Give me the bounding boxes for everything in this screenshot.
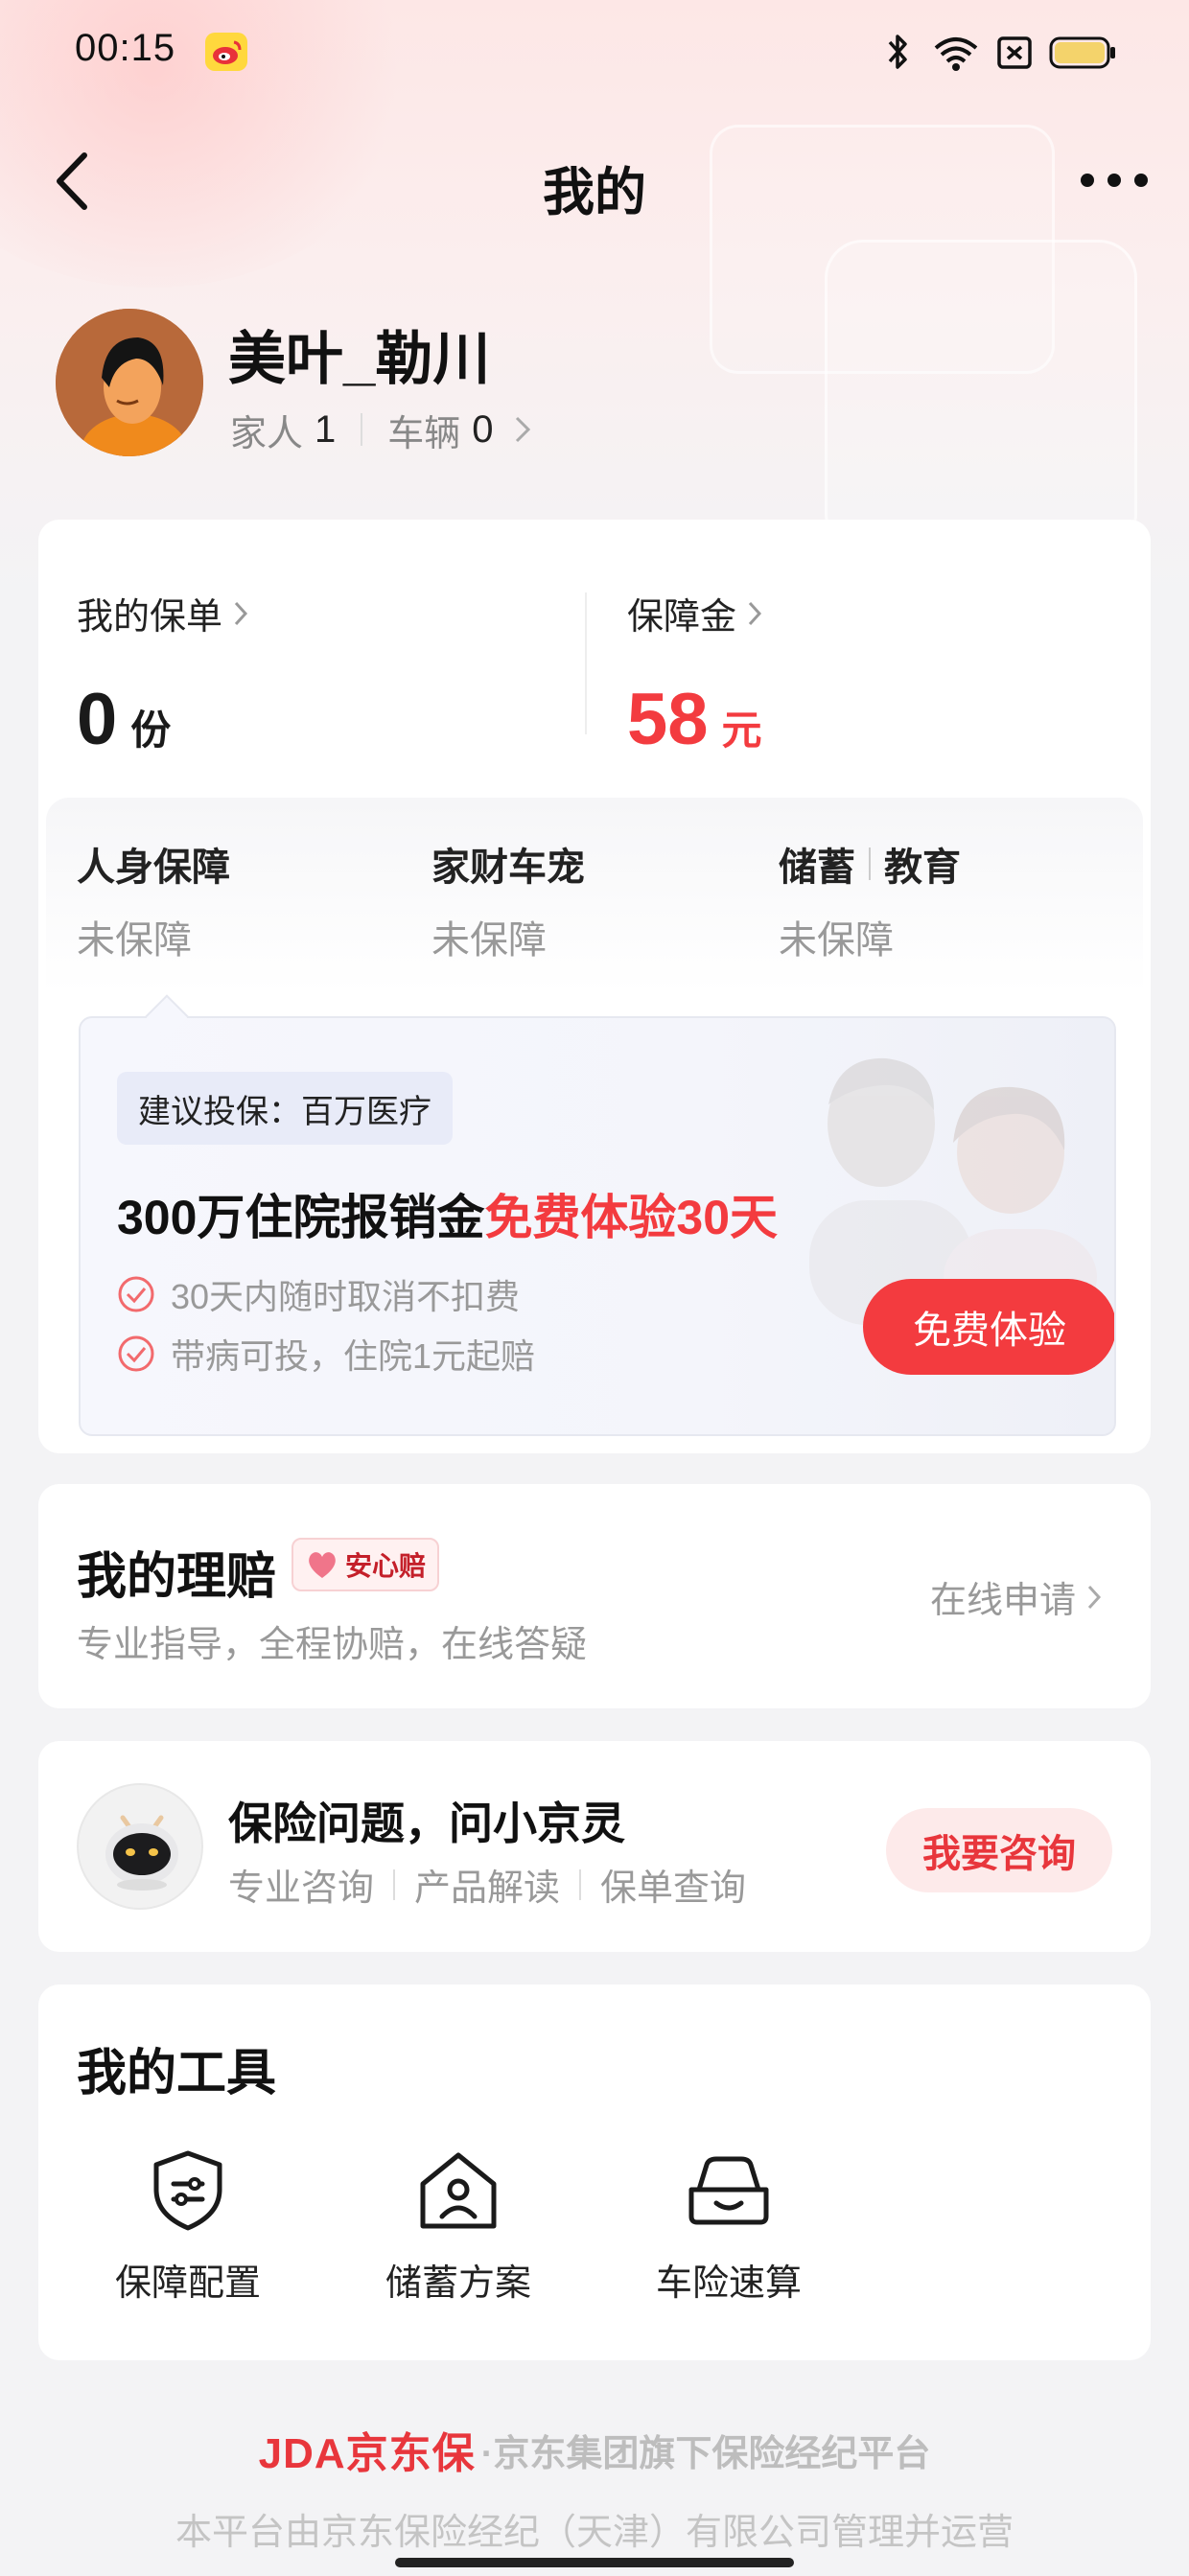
- tool-car-insurance[interactable]: 车险速算: [633, 2147, 825, 2306]
- promo-headline-highlight: 免费体验30天: [484, 1191, 779, 1244]
- promo-bullet: 30天内随时取消不扣费: [117, 1269, 520, 1319]
- status-time: 00:15: [75, 27, 176, 69]
- house-person-icon: [420, 2152, 497, 2229]
- tool-label: 车险速算: [655, 2263, 802, 2304]
- wifi-icon: [934, 37, 978, 71]
- divider: [361, 413, 363, 446]
- divider: [579, 1868, 582, 1900]
- family-label: 家人: [230, 413, 304, 454]
- policies-stat[interactable]: 我的保单 0 份: [77, 587, 249, 761]
- divider: [393, 1868, 396, 1900]
- no-sim-icon: [997, 36, 1032, 69]
- assistant-title: 保险问题，问小京灵: [228, 1799, 625, 1848]
- claims-card[interactable]: 我的理赔 安心赔 专业指导，全程协赔，在线答疑 在线申请: [38, 1484, 1151, 1708]
- coverage-tab-personal[interactable]: 人身保障 未保障: [77, 836, 230, 964]
- chevron-right-icon: [234, 601, 248, 625]
- home-indicator: [395, 2558, 794, 2567]
- status-bar: 00:15: [0, 0, 1189, 105]
- promo-bullet-text: 30天内随时取消不扣费: [171, 1277, 521, 1316]
- assistant-link[interactable]: 保单查询: [600, 1858, 746, 1911]
- coverage-title: 人身保障: [77, 847, 230, 889]
- vehicle-count: 0: [472, 407, 494, 451]
- online-apply-label: 在线申请: [930, 1581, 1077, 1621]
- check-circle-icon: [118, 1276, 154, 1312]
- tool-coverage-config[interactable]: 保障配置: [92, 2147, 284, 2306]
- coverage-status: 未保障: [779, 919, 894, 962]
- coverage-status: 未保障: [431, 919, 547, 962]
- vehicle-label: 车辆: [387, 413, 461, 454]
- car-smile-icon: [688, 2156, 769, 2225]
- coverage-title-savings: 储蓄: [779, 847, 855, 889]
- claims-badge: 安心赔: [291, 1538, 440, 1591]
- claims-subtitle: 专业指导，全程协赔，在线答疑: [77, 1625, 588, 1665]
- coverage-title-education: 教育: [884, 847, 961, 889]
- chevron-right-icon: [748, 601, 762, 625]
- promo-headline: 300万住院报销金免费体验30天: [117, 1179, 778, 1248]
- tools-title: 我的工具: [77, 2046, 277, 2101]
- footer-tagline: ·京东集团旗下保险经纪平台: [480, 2433, 931, 2474]
- promo-banner[interactable]: 建议投保：百万医疗 300万住院报销金免费体验30天 30天内随时取消不扣费 带…: [79, 1016, 1116, 1436]
- promo-tag: 建议投保：百万医疗: [117, 1072, 453, 1145]
- online-apply-link[interactable]: 在线申请: [930, 1570, 1103, 1623]
- coverage-tab-property[interactable]: 家财车宠 未保障: [431, 836, 585, 964]
- more-icon[interactable]: [1078, 169, 1151, 192]
- assistant-card: 保险问题，问小京灵 专业咨询 产品解读 保单查询 我要咨询: [38, 1741, 1151, 1952]
- summary-card: 我的保单 0 份 保障金 58 元 人身保障 未保障 家财车宠 未保障 储蓄 教…: [38, 520, 1151, 1453]
- profile-meta[interactable]: 家人 1 车辆 0: [230, 403, 532, 456]
- heart-icon: [309, 1552, 336, 1578]
- footer-operator: 本平台由京东保险经纪（天津）有限公司管理并运营: [175, 2513, 1014, 2553]
- promo-headline-main: 300万住院报销金: [117, 1191, 485, 1244]
- assistant-link[interactable]: 专业咨询: [228, 1858, 374, 1911]
- coverage-status: 未保障: [77, 919, 192, 962]
- policies-unit: 份: [130, 708, 172, 753]
- fund-unit: 元: [721, 708, 762, 753]
- promo-bullet: 带病可投，住院1元起赔: [117, 1329, 535, 1379]
- tool-label: 保障配置: [114, 2263, 261, 2304]
- policies-label: 我的保单: [77, 597, 223, 638]
- coverage-tab-savings[interactable]: 储蓄 教育 未保障: [779, 836, 961, 964]
- battery-icon: [1049, 36, 1115, 69]
- weibo-icon: [205, 33, 247, 71]
- family-count: 1: [315, 407, 337, 451]
- divider: [869, 847, 871, 880]
- fund-stat[interactable]: 保障金 58 元: [627, 587, 763, 761]
- fund-label: 保障金: [627, 597, 737, 638]
- bluetooth-icon: [888, 35, 907, 69]
- nav-bar: 我的: [0, 125, 1189, 240]
- chevron-right-icon: [1087, 1585, 1102, 1609]
- tools-card: 我的工具 保障配置 储蓄方案 车险速算: [38, 1984, 1151, 2360]
- promo-bullet-text: 带病可投，住院1元起赔: [171, 1336, 536, 1376]
- username: 美叶_勒川: [228, 327, 491, 391]
- fund-value: 58: [627, 679, 709, 760]
- claims-title: 我的理赔: [77, 1549, 277, 1605]
- tool-label: 储蓄方案: [385, 2263, 531, 2304]
- divider: [585, 592, 587, 734]
- consult-button[interactable]: 我要咨询: [886, 1808, 1112, 1892]
- claims-badge-label: 安心赔: [345, 1551, 427, 1581]
- assistant-links: 专业咨询 产品解读 保单查询: [228, 1858, 746, 1911]
- shield-config-icon: [153, 2150, 222, 2231]
- policies-value: 0: [77, 679, 118, 760]
- jd-insurance-logo: JDA京东保: [258, 2430, 476, 2477]
- free-trial-button[interactable]: 免费体验: [863, 1279, 1114, 1375]
- tool-savings-plan[interactable]: 储蓄方案: [362, 2147, 554, 2306]
- assistant-link[interactable]: 产品解读: [414, 1858, 560, 1911]
- chevron-right-icon: [515, 416, 530, 443]
- footer-brand: JDA京东保 ·京东集团旗下保险经纪平台: [0, 2416, 1189, 2483]
- coverage-title: 家财车宠: [431, 847, 585, 889]
- footer: JDA京东保 ·京东集团旗下保险经纪平台 本平台由京东保险经纪（天津）有限公司管…: [0, 2416, 1189, 2555]
- check-circle-icon: [118, 1335, 154, 1372]
- robot-icon: [77, 1783, 203, 1910]
- page-title: 我的: [543, 164, 646, 221]
- avatar[interactable]: [56, 309, 203, 456]
